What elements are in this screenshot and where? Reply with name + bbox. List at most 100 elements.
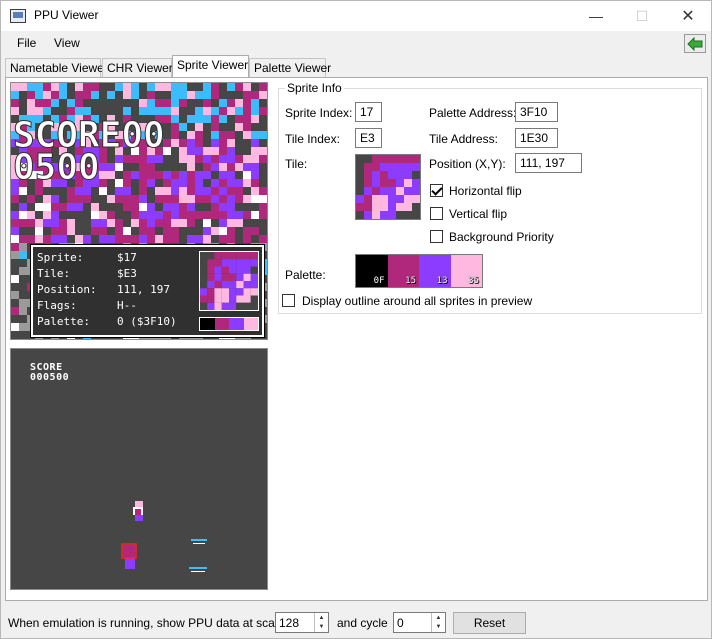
vertical-flip-checkbox[interactable] bbox=[430, 207, 443, 220]
sheet-tile-block bbox=[235, 131, 243, 139]
sheet-tile-block bbox=[83, 99, 91, 107]
tab-palette-viewer[interactable]: Palette Viewer bbox=[249, 58, 331, 77]
sprite-info-legend: Sprite Info bbox=[285, 81, 344, 95]
cycle-label: and cycle bbox=[337, 616, 388, 630]
sheet-tile-block bbox=[227, 147, 235, 155]
reset-button[interactable]: Reset bbox=[453, 612, 526, 634]
sheet-tile-block bbox=[107, 227, 115, 235]
cycle-value: 0 bbox=[397, 616, 404, 630]
sheet-tile-block bbox=[91, 203, 99, 211]
scanline-spinner[interactable]: 128 ▲ ▼ bbox=[275, 612, 329, 633]
position-label: Position (X,Y): bbox=[429, 157, 506, 171]
sheet-tile-block bbox=[51, 211, 59, 219]
sheet-tile-block bbox=[19, 251, 27, 259]
tile-pixel bbox=[388, 163, 396, 171]
sheet-tile-block bbox=[227, 107, 235, 115]
tile-pixel bbox=[412, 203, 420, 211]
tooltip-tile-pixel bbox=[243, 259, 251, 267]
sheet-tile-block bbox=[251, 107, 259, 115]
sheet-tile-block bbox=[155, 211, 163, 219]
scanline-value: 128 bbox=[279, 616, 300, 630]
position-field[interactable]: 111, 197 bbox=[515, 153, 582, 173]
palette-address-field[interactable]: 3F10 bbox=[515, 102, 558, 122]
sheet-tile-block bbox=[147, 219, 155, 227]
sheet-tile-block bbox=[235, 83, 243, 91]
sheet-tile-block bbox=[11, 307, 19, 315]
tile-pixel bbox=[404, 203, 412, 211]
tooltip-tile-pixel bbox=[200, 295, 208, 303]
sheet-tile-block bbox=[115, 179, 123, 187]
minimize-button[interactable]: — bbox=[573, 1, 619, 31]
background-priority-checkbox[interactable] bbox=[430, 230, 443, 243]
spinner-up-icon[interactable]: ▲ bbox=[432, 613, 445, 622]
sheet-tile-block bbox=[27, 83, 35, 91]
sheet-tile-block bbox=[187, 131, 195, 139]
scanline-label: When emulation is running, show PPU data… bbox=[8, 616, 301, 630]
scanline-spinner-arrows[interactable]: ▲ ▼ bbox=[314, 613, 328, 632]
sheet-tile-block bbox=[43, 83, 51, 91]
spinner-up-icon[interactable]: ▲ bbox=[315, 613, 328, 622]
sheet-tile-block bbox=[219, 83, 227, 91]
sheet-tile-block bbox=[179, 211, 187, 219]
cycle-spinner-arrows[interactable]: ▲ ▼ bbox=[431, 613, 445, 632]
tile-address-field[interactable]: 1E30 bbox=[515, 128, 558, 148]
cycle-spinner[interactable]: 0 ▲ ▼ bbox=[393, 612, 446, 633]
sheet-tile-block bbox=[187, 107, 195, 115]
tooltip-tile-pixel bbox=[229, 288, 237, 296]
sheet-tile-block bbox=[43, 107, 51, 115]
sheet-tile-block bbox=[35, 83, 43, 91]
sheet-tile-block bbox=[131, 163, 139, 171]
sheet-tile-block bbox=[219, 163, 227, 171]
sheet-tile-block bbox=[195, 115, 203, 123]
sheet-tile-block bbox=[107, 219, 115, 227]
close-button[interactable]: ✕ bbox=[665, 1, 711, 31]
menu-view[interactable]: View bbox=[54, 36, 80, 50]
spinner-down-icon[interactable]: ▼ bbox=[315, 622, 328, 631]
sprite-sheet-preview[interactable]: SCORE00 0500 Sprite: $17 Tile: $E3 Position… bbox=[10, 82, 268, 340]
horizontal-flip-checkbox[interactable] bbox=[430, 184, 443, 197]
maximize-button[interactable]: ☐ bbox=[619, 1, 665, 31]
tab-sprite-viewer[interactable]: Sprite Viewer bbox=[172, 55, 249, 77]
tile-pixel bbox=[380, 179, 388, 187]
sheet-tile-block bbox=[203, 155, 211, 163]
sheet-tile-block bbox=[99, 187, 107, 195]
tile-index-field[interactable]: E3 bbox=[355, 128, 382, 148]
sheet-tile-block bbox=[107, 163, 115, 171]
sheet-tile-block bbox=[91, 211, 99, 219]
tooltip-palette-swatch bbox=[214, 318, 229, 330]
screen-preview[interactable]: SCORE 000500 bbox=[10, 348, 268, 590]
sheet-tile-block bbox=[131, 107, 139, 115]
sheet-tile-block bbox=[187, 187, 195, 195]
outline-sprites-checkbox[interactable] bbox=[282, 294, 295, 307]
sheet-tile-block bbox=[147, 91, 155, 99]
sheet-tile-block bbox=[67, 219, 75, 227]
sheet-tile-block bbox=[19, 299, 27, 307]
sheet-tile-block bbox=[155, 107, 163, 115]
sheet-tile-block bbox=[251, 91, 259, 99]
sheet-tile-block bbox=[163, 163, 171, 171]
back-button[interactable] bbox=[684, 34, 706, 53]
tooltip-tile-pixel bbox=[207, 288, 215, 296]
sheet-tile-block bbox=[203, 219, 211, 227]
sheet-tile-block bbox=[19, 83, 27, 91]
tab-chr-viewer[interactable]: CHR Viewer bbox=[102, 58, 173, 77]
sheet-tile-block bbox=[59, 83, 67, 91]
sheet-tile-block bbox=[195, 139, 203, 147]
sheet-score-text: 0500 bbox=[13, 147, 100, 188]
tile-pixel bbox=[396, 187, 404, 195]
sheet-tile-block bbox=[211, 179, 219, 187]
tab-nametable-viewer[interactable]: Nametable Viewer bbox=[5, 58, 108, 77]
sheet-tile-block bbox=[83, 219, 91, 227]
sheet-tile-block bbox=[171, 139, 179, 147]
sheet-tile-block bbox=[19, 107, 27, 115]
sprite-index-field[interactable]: 17 bbox=[355, 102, 382, 122]
tile-pixel bbox=[380, 163, 388, 171]
sheet-tile-block bbox=[91, 227, 99, 235]
close-icon: ✕ bbox=[681, 8, 695, 25]
tooltip-tile-pixel bbox=[236, 288, 244, 296]
sheet-tile-block bbox=[171, 179, 179, 187]
menu-file[interactable]: File bbox=[17, 36, 36, 50]
sheet-tile-block bbox=[235, 123, 243, 131]
tile-pixel bbox=[388, 155, 396, 163]
spinner-down-icon[interactable]: ▼ bbox=[432, 622, 445, 631]
